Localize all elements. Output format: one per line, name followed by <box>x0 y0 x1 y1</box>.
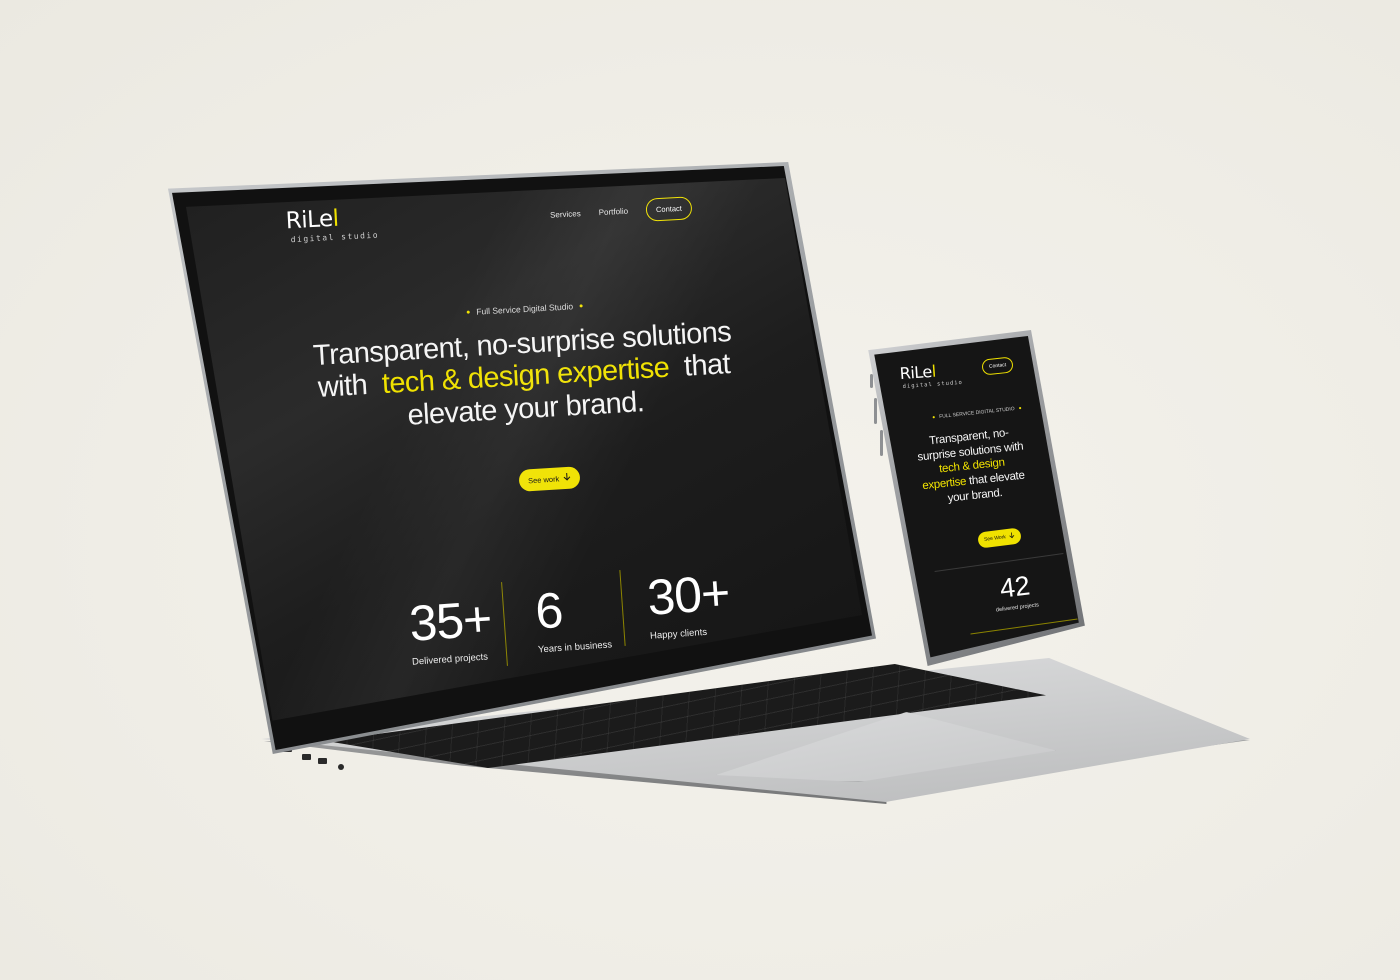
stat-label: Delivered projects <box>411 651 489 668</box>
see-work-button[interactable]: See work <box>518 466 581 492</box>
phone-device: RiLel digital studio Contact ● FULL SERV… <box>866 330 1086 666</box>
see-work-label: See Work <box>983 534 1007 543</box>
hero-with: with <box>317 369 369 405</box>
bullet-dot-icon: ● <box>465 308 471 316</box>
bullet-dot-icon: ● <box>931 414 936 421</box>
stat-value: 42 <box>998 570 1032 604</box>
phone-side-button <box>870 374 873 388</box>
logo-text: RiLel <box>899 361 937 384</box>
usb-port <box>302 754 311 760</box>
stat-label: delivered projects <box>995 602 1040 614</box>
bullet-dot-icon: ● <box>578 302 584 310</box>
nav-services[interactable]: Services <box>550 209 581 220</box>
stat-value: 6 <box>533 581 565 640</box>
logo-accent-letter: l <box>331 205 340 232</box>
site-logo[interactable]: RiLel digital studio <box>285 206 379 245</box>
see-work-button[interactable]: See Work <box>977 527 1022 549</box>
main-nav: Services Portfolio Contact <box>549 196 693 226</box>
stat-underline <box>970 618 1078 635</box>
logo-accent-letter: l <box>931 361 937 381</box>
bullet-dot-icon: ● <box>1018 405 1022 412</box>
stat-divider <box>619 570 626 646</box>
eyebrow-text: Full Service Digital Studio <box>476 301 574 317</box>
hero-eyebrow: ● FULL SERVICE DIGITAL STUDIO ● <box>932 405 1022 420</box>
arrow-down-icon <box>563 472 572 483</box>
hero-that: that <box>683 348 731 384</box>
phone-side-button <box>874 398 877 424</box>
stat-delivered: 35+ Delivered projects <box>407 590 494 668</box>
contact-button[interactable]: Contact <box>981 356 1014 376</box>
mockup-stage: RiLel digital studio Services Portfolio … <box>0 0 1400 980</box>
stat-years: 6 Years in business <box>533 581 613 656</box>
stat-clients: 30+ Happy clients <box>645 564 732 642</box>
stat-delivered: 42 delivered projects <box>992 570 1040 614</box>
usb-port <box>318 758 327 764</box>
phone-screen: RiLel digital studio Contact ● FULL SERV… <box>874 335 1079 658</box>
logo-wordmark: RiLel <box>285 205 379 235</box>
headphone-jack <box>338 764 344 770</box>
hero-eyebrow: ● Full Service Digital Studio ● <box>466 301 584 318</box>
hero-headline: Transparent, no-surprise solutions with … <box>912 424 1031 509</box>
stat-label: Happy clients <box>649 626 708 642</box>
phone-side-button <box>880 430 883 456</box>
logo-wordmark: RiLel <box>899 361 962 384</box>
stat-divider <box>501 582 508 666</box>
stat-label: Years in business <box>537 639 613 656</box>
contact-button[interactable]: Contact <box>645 196 693 222</box>
hero-before: Transparent, no-surprise solutions with <box>916 427 1024 464</box>
stat-value: 30+ <box>645 564 732 626</box>
arrow-down-icon <box>1008 532 1015 541</box>
logo-text: RiLel <box>285 205 340 235</box>
stat-value: 35+ <box>407 590 494 652</box>
eyebrow-text: FULL SERVICE DIGITAL STUDIO <box>938 406 1015 420</box>
section-divider <box>934 552 1064 573</box>
site-logo[interactable]: RiLel digital studio <box>899 362 963 390</box>
hero-headline: Transparent, no-surprise solutions with … <box>312 316 737 437</box>
nav-portfolio[interactable]: Portfolio <box>598 207 628 218</box>
see-work-label: See work <box>527 473 560 485</box>
